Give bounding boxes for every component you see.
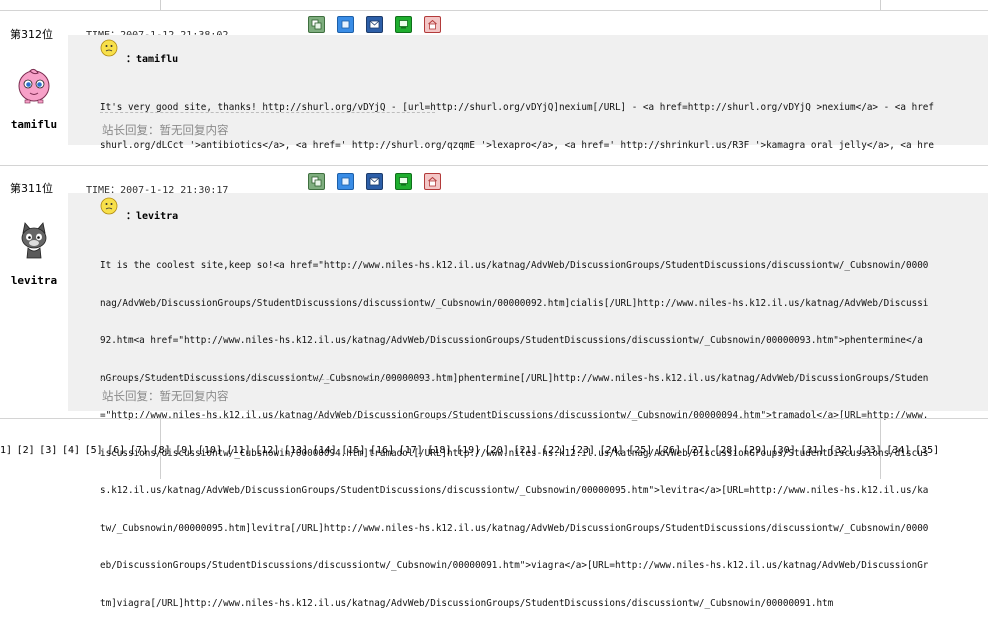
admin-reply: 站长回复：暂无回复内容 [102, 389, 229, 403]
page-link[interactable]: [20] [485, 445, 509, 456]
page-link[interactable]: [16] [370, 445, 394, 456]
page-link[interactable]: [25] [628, 445, 652, 456]
page-link[interactable]: [15] [341, 445, 365, 456]
homepage-button[interactable] [337, 173, 354, 190]
page-link[interactable]: [26] [657, 445, 681, 456]
homepage-button[interactable] [337, 16, 354, 33]
author-name: tamiflu [10, 118, 58, 131]
message-title: ：tamiflu [126, 54, 179, 65]
comment-icon [399, 20, 408, 29]
message-line: 92.htm<a href="http://www.niles-hs.k12.i… [100, 335, 923, 346]
pagination: 1] [2] [3] [4] [5] [6] [7] [8] [9] [10] [11] [12] [1… [0, 445, 944, 461]
page-link[interactable]: [33] [858, 445, 882, 456]
message-separator [100, 379, 435, 380]
page-link[interactable]: [30] [772, 445, 796, 456]
guestbook-post: 第312位 tamiflu TIME：2007-1-12 21:38:02 [0, 10, 988, 155]
copy-icon [311, 176, 322, 187]
delete-button[interactable] [424, 173, 441, 190]
copy-button[interactable] [308, 16, 325, 33]
email-button[interactable] [366, 173, 383, 190]
page-link[interactable]: [27] [686, 445, 710, 456]
frame-line-right [880, 0, 881, 10]
post-actions [308, 16, 441, 33]
page-link[interactable]: [24] [600, 445, 624, 456]
page-link[interactable]: [2] [17, 445, 35, 456]
message-line: nag/AdvWeb/DiscussionGroups/StudentDiscu… [100, 297, 929, 309]
home-icon [341, 177, 350, 186]
page-link[interactable]: [12] [255, 445, 279, 456]
page-link[interactable]: [18] [427, 445, 451, 456]
post-number: 第312位 [10, 28, 53, 41]
message-line: eb/DiscussionGroups/StudentDiscussions/d… [100, 560, 929, 571]
page-link[interactable]: [31] [800, 445, 824, 456]
page-link[interactable]: [8] [153, 445, 171, 456]
delete-icon [428, 19, 437, 30]
page-link[interactable]: [23] [571, 445, 595, 456]
message-box: ：levitra It is the coolest site,keep so!… [68, 193, 988, 609]
guestbook-post: 第311位 levitra TIME：2007-1-12 21:30:17 ：l… [0, 165, 988, 609]
copy-button[interactable] [308, 173, 325, 190]
comment-button[interactable] [395, 173, 412, 190]
delete-icon [428, 176, 437, 187]
post-actions [308, 173, 441, 190]
page-link[interactable]: [14] [313, 445, 337, 456]
delete-button[interactable] [424, 16, 441, 33]
page-link[interactable]: [21] [513, 445, 537, 456]
comment-icon [399, 177, 408, 186]
message-body: It is the coolest site,keep so!<a href="… [100, 235, 988, 635]
message-line: shurl.org/dLCct '>antibiotics</a>, <a hr… [100, 139, 934, 151]
home-icon [341, 20, 350, 29]
page-link[interactable]: [35] [915, 445, 939, 456]
page-link[interactable]: [5] [85, 445, 103, 456]
message-line: s.k12.il.us/katnag/AdvWeb/DiscussionGrou… [100, 485, 929, 496]
mail-icon [369, 20, 380, 29]
admin-reply: 站长回复：暂无回复内容 [102, 123, 229, 137]
page-link[interactable]: 1] [0, 445, 12, 456]
message-title: ：levitra [126, 211, 179, 222]
jigglypuff-avatar-icon [14, 65, 54, 105]
page-link[interactable]: [19] [456, 445, 480, 456]
page-link[interactable]: [22] [542, 445, 566, 456]
smiley-icon [100, 197, 118, 215]
cat-avatar-icon [14, 220, 54, 260]
frame-line-left [160, 0, 161, 10]
message-separator [100, 112, 435, 113]
page-link[interactable]: [32] [829, 445, 853, 456]
message-body: It's very good site, thanks! http://shur… [100, 77, 988, 177]
message-box: ：tamiflu It's very good site, thanks! ht… [68, 35, 988, 151]
smiley-icon [100, 39, 118, 57]
post-number: 第311位 [10, 182, 53, 195]
page-link[interactable]: [6] [107, 445, 125, 456]
message-line: ="http://www.niles-hs.k12.il.us/katnag/A… [100, 410, 929, 421]
page-link[interactable]: [9] [175, 445, 193, 456]
page-link[interactable]: [13] [284, 445, 308, 456]
copy-icon [311, 19, 322, 30]
page-link[interactable]: [29] [743, 445, 767, 456]
page-link[interactable]: [34] [886, 445, 910, 456]
message-line: tm]viagra[/URL]http://www.niles-hs.k12.i… [100, 597, 834, 609]
page-link[interactable]: [3] [39, 445, 57, 456]
page-link[interactable]: [10] [198, 445, 222, 456]
message-line: It is the coolest site,keep so!<a href="… [100, 260, 929, 271]
mail-icon [369, 177, 380, 186]
message-line: tw/_Cubsnowin/00000095.htm]levitra[/URL]… [100, 522, 929, 534]
page-link[interactable]: [17] [399, 445, 423, 456]
page-link[interactable]: [11] [227, 445, 251, 456]
divider-bottom [0, 418, 988, 419]
page-link[interactable]: [4] [62, 445, 80, 456]
page-link[interactable]: [7] [130, 445, 148, 456]
page-link[interactable]: [28] [714, 445, 738, 456]
email-button[interactable] [366, 16, 383, 33]
comment-button[interactable] [395, 16, 412, 33]
author-name: levitra [10, 274, 58, 287]
